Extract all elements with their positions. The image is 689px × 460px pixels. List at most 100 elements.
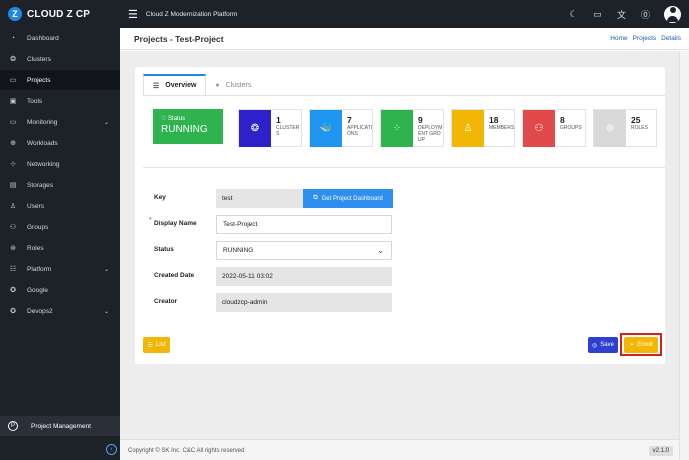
scrollbar[interactable]: [679, 51, 689, 460]
key-field: test: [216, 189, 303, 208]
stat-number: 25: [631, 115, 641, 125]
sidebar-item-groups[interactable]: ⚇ Groups: [0, 217, 120, 237]
project-management-label: Project Management: [31, 422, 91, 430]
tools-icon: ▣: [9, 98, 17, 105]
sidebar-item-label: Dashboard: [27, 34, 59, 42]
stat-label: MEMBERS: [489, 125, 515, 131]
devops-icon: ✪: [10, 308, 16, 315]
sidebar-item-clusters[interactable]: ❂ Clusters: [0, 49, 120, 69]
status-label: Status: [154, 246, 174, 253]
storages-icon: ▤: [9, 182, 17, 189]
status-card-label: Status: [168, 116, 186, 122]
tab-overview[interactable]: ☰ Overview: [143, 74, 207, 96]
workloads-icon: ⊕: [10, 140, 16, 147]
monitor-icon[interactable]: ▭: [592, 9, 603, 20]
created-date-field: 2022-05-11 03:02: [216, 267, 392, 286]
get-project-dashboard-label: Get Project Dashboard: [321, 195, 383, 202]
user-avatar-icon[interactable]: [664, 5, 681, 23]
brand-name: CLOUD Z CP: [27, 8, 91, 20]
tabs-divider: [143, 95, 665, 96]
cluster-tab-icon: ●: [215, 81, 220, 89]
creator-label: Creator: [154, 298, 178, 305]
status-card-value: RUNNING: [161, 124, 208, 135]
enroll-highlight: ➢ Enroll: [620, 333, 662, 356]
tab-clusters[interactable]: ● Clusters: [206, 74, 260, 96]
stat-number: 1: [276, 115, 281, 125]
breadcrumb-details[interactable]: Details: [661, 35, 681, 42]
list-button-label: List: [156, 342, 166, 348]
project-management-button[interactable]: P Project Management: [0, 416, 120, 436]
networking-icon: ⊹: [10, 161, 16, 168]
save-button[interactable]: ◎ Save: [588, 337, 618, 353]
get-project-dashboard-button[interactable]: ⧉ Get Project Dashboard: [303, 189, 393, 208]
stat-card-clusters[interactable]: ❂ 1 CLUSTERS: [238, 109, 302, 147]
sidebar-item-label: Clusters: [27, 55, 51, 63]
sidebar-item-label: Devops2: [27, 307, 53, 315]
chevron-down-icon: ⌄: [103, 308, 109, 315]
sidebar-item-label: Roles: [27, 244, 44, 252]
sidebar-item-google[interactable]: ✪ Google: [0, 280, 120, 300]
sidebar-item-monitoring[interactable]: ▭ Monitoring ⌄: [0, 112, 120, 132]
dashboard-icon: ◔: [10, 34, 16, 42]
help-icon[interactable]: ⓪: [640, 8, 651, 21]
clusters-icon: ❂: [10, 56, 16, 63]
sidebar-item-tools[interactable]: ▣ Tools: [0, 91, 120, 111]
tab-overview-label: Overview: [165, 82, 197, 89]
display-name-input[interactable]: Test-Project: [216, 215, 392, 234]
sidebar: ◔ Dashboard ❂ Clusters ▭ Projects ▣ Tools ▭ Monit…: [0, 28, 120, 460]
enroll-button-label: Enroll: [637, 341, 653, 348]
sidebar-item-projects[interactable]: ▭ Projects: [0, 70, 120, 90]
moon-icon[interactable]: ☾: [568, 9, 579, 20]
breadcrumb-home[interactable]: Home: [610, 35, 627, 42]
breadcrumb-projects[interactable]: Projects: [633, 35, 656, 42]
sidebar-item-devops2[interactable]: ✪ Devops2 ⌄: [0, 301, 120, 321]
stat-number: 8: [560, 115, 565, 125]
deployment-icon: ⁘: [381, 110, 413, 147]
sidebar-item-platform[interactable]: ☷ Platform ⌄: [0, 259, 120, 279]
stat-card-deployment-group[interactable]: ⁘ 9 DEPLOYMENT GROUP: [380, 109, 444, 147]
copyright-text: Copyright © SK Inc. C&C All rights reser…: [128, 448, 245, 454]
platform-title: Cloud Z Modernization Platform: [145, 10, 238, 18]
check-circle-icon: ◎: [592, 342, 598, 349]
sidebar-item-networking[interactable]: ⊹ Networking: [0, 154, 120, 174]
sidebar-item-label: Workloads: [27, 139, 58, 147]
status-select-value: RUNNING: [223, 247, 254, 254]
stat-card-groups[interactable]: ⚇ 8 GROUPS: [522, 109, 586, 147]
status-card: ♡ Status RUNNING: [153, 109, 223, 144]
sidebar-item-workloads[interactable]: ⊕ Workloads: [0, 133, 120, 153]
creator-field: cloudzcp-admin: [216, 293, 392, 312]
stat-card-members[interactable]: ♙ 18 MEMBERS: [451, 109, 515, 147]
status-check-icon: ♡: [161, 116, 169, 122]
enroll-button[interactable]: ➢ Enroll: [624, 336, 658, 353]
sidebar-item-label: Networking: [27, 160, 60, 168]
collapse-sidebar-icon[interactable]: ‹: [106, 444, 117, 455]
brand[interactable]: Z CLOUD Z CP: [0, 0, 120, 28]
sidebar-item-label: Google: [27, 286, 48, 294]
page-header: Projects - Test-Project Home Projects De…: [120, 28, 689, 50]
monitoring-icon: ▭: [9, 119, 17, 126]
save-button-label: Save: [600, 342, 614, 348]
send-icon: ➢: [629, 342, 635, 348]
stat-label: GROUPS: [560, 125, 582, 131]
language-icon[interactable]: 文: [616, 8, 627, 21]
stat-card-roles[interactable]: ⊛ 25 ROLES: [593, 109, 657, 147]
chevron-down-icon: ⌄: [377, 246, 384, 255]
google-icon: ✪: [10, 287, 16, 294]
stat-number: 18: [489, 115, 499, 125]
list-icon: ☰: [153, 82, 160, 90]
status-select[interactable]: RUNNING ⌄: [216, 241, 392, 260]
menu-toggle-icon[interactable]: ☰: [128, 8, 138, 21]
top-bar: Z CLOUD Z CP ☰ Cloud Z Modernization Pla…: [0, 0, 689, 28]
stat-card-applications[interactable]: 🐳 7 APPLICATIONS: [309, 109, 373, 147]
platform-icon: ☷: [9, 266, 17, 273]
stat-label: ROLES: [631, 125, 648, 131]
sidebar-item-users[interactable]: ♙ Users: [0, 196, 120, 216]
sidebar-item-roles[interactable]: ⊛ Roles: [0, 238, 120, 258]
sidebar-item-dashboard[interactable]: ◔ Dashboard: [0, 28, 120, 48]
chevron-down-icon: ⌄: [103, 266, 109, 273]
stat-label: APPLICATIONS: [347, 125, 373, 137]
chevron-down-icon: ⌄: [103, 119, 109, 126]
sidebar-item-storages[interactable]: ▤ Storages: [0, 175, 120, 195]
created-date-label: Created Date: [154, 272, 195, 279]
list-button[interactable]: ☰ List: [143, 337, 170, 353]
